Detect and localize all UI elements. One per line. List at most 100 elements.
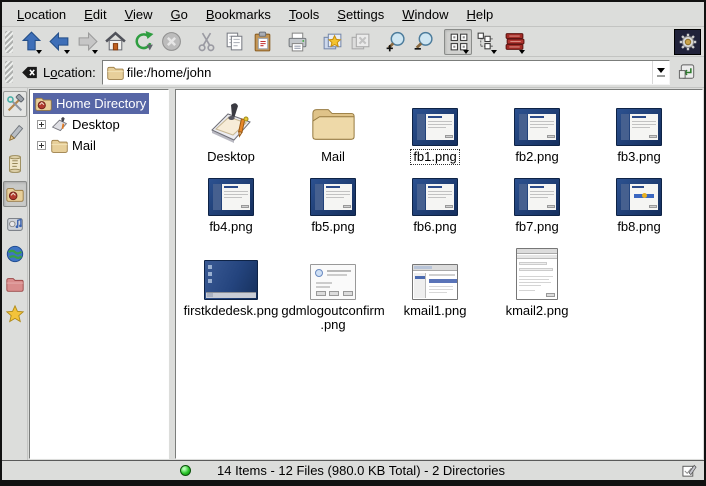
file-item-firstkdedesk-png[interactable]: firstkdedesk.png [180, 242, 282, 333]
menu-help[interactable]: Help [458, 4, 503, 25]
menu-settings[interactable]: Settings [328, 4, 393, 25]
tree-view-button[interactable] [472, 29, 500, 55]
file-label[interactable]: fb8.png [614, 219, 663, 235]
menu-edit[interactable]: Edit [75, 4, 115, 25]
file-label[interactable]: Mail [318, 149, 348, 165]
file-label[interactable]: fb1.png [410, 149, 459, 165]
chevron-down-icon [657, 68, 665, 73]
menu-location[interactable]: Location [8, 4, 75, 25]
tree-expander-icon[interactable] [37, 141, 46, 150]
menu-window[interactable]: Window [393, 4, 457, 25]
bookmarks-books-button[interactable] [500, 29, 528, 55]
sidebar-tab-home-directory[interactable] [3, 181, 27, 207]
toolbar-buttons [17, 29, 528, 55]
file-item-fb7-png[interactable]: fb7.png [486, 172, 588, 235]
zoom-in-button[interactable] [381, 29, 409, 55]
image-thumbnail [310, 264, 356, 300]
menu-tools[interactable]: Tools [280, 4, 328, 25]
file-item-fb3-png[interactable]: fb3.png [588, 96, 690, 165]
new-window-button[interactable] [318, 29, 346, 55]
file-label[interactable]: kmail2.png [503, 303, 572, 319]
folder-home-icon [5, 184, 25, 204]
cut-scissors-icon [195, 30, 218, 53]
zoom-out-button[interactable] [409, 29, 437, 55]
file-label[interactable]: Desktop [204, 149, 258, 165]
close-window-button [346, 29, 374, 55]
reload-icon [132, 30, 155, 53]
file-item-Desktop[interactable]: Desktop [180, 96, 282, 165]
file-label[interactable]: kmail1.png [401, 303, 470, 319]
file-item-fb6-png[interactable]: fb6.png [384, 172, 486, 235]
sidebar-tab-bookmarks[interactable] [3, 301, 27, 327]
tree-item-home-directory[interactable]: Home Directory [30, 93, 168, 114]
image-thumbnail [208, 178, 254, 216]
location-input[interactable] [125, 62, 652, 82]
red-folder-icon [5, 274, 25, 294]
sidebar-tab-root-folder[interactable] [3, 271, 27, 297]
pencil-icon [5, 124, 25, 144]
tree-item-desktop[interactable]: Desktop [30, 114, 168, 135]
file-item-fb8-png[interactable]: fb8.png [588, 172, 690, 235]
sidebar-tab-services[interactable] [3, 211, 27, 237]
menu-bookmarks[interactable]: Bookmarks [197, 4, 280, 25]
file-label[interactable]: fb7.png [512, 219, 561, 235]
sidebar-tab-configure[interactable] [3, 91, 27, 117]
kde-throbber [674, 29, 701, 55]
location-dropdown-button[interactable] [652, 61, 669, 84]
active-view-indicator[interactable] [682, 463, 697, 478]
globe-icon [5, 244, 25, 264]
tree-item-label: Mail [72, 138, 96, 153]
tree-expander-icon[interactable] [37, 120, 46, 129]
clear-location-button[interactable] [17, 60, 41, 84]
menu-bar: LocationEditViewGoBookmarksToolsSettings… [2, 2, 704, 27]
file-item-fb4-png[interactable]: fb4.png [180, 172, 282, 235]
sidebar-button-strip [2, 88, 28, 460]
star-icon [5, 304, 25, 324]
go-button[interactable] [674, 59, 700, 85]
stacked-frames-close-icon [349, 30, 372, 53]
sidebar-tab-pencil[interactable] [3, 121, 27, 147]
home-icon [104, 30, 127, 53]
sidebar-tab-network[interactable] [3, 241, 27, 267]
icon-view-button[interactable] [444, 29, 472, 55]
paste-button[interactable] [248, 29, 276, 55]
copy-button[interactable] [220, 29, 248, 55]
cut-button[interactable] [192, 29, 220, 55]
print-button[interactable] [283, 29, 311, 55]
folder-home-icon [34, 94, 53, 113]
sidebar-tab-history[interactable] [3, 151, 27, 177]
file-item-Mail[interactable]: Mail [282, 96, 384, 165]
image-thumbnail [412, 108, 458, 146]
forward-button [73, 29, 101, 55]
kde-gear-icon [677, 31, 699, 53]
file-view: Desktop Mail fb1.png fb2.png fb3.png fb4.png f… [175, 89, 703, 459]
menu-go[interactable]: Go [162, 4, 197, 25]
reload-button[interactable] [129, 29, 157, 55]
image-thumbnail [204, 260, 258, 300]
toolbar-drag-handle[interactable] [5, 31, 13, 53]
location-combobox [102, 60, 670, 85]
file-item-fb1-png[interactable]: fb1.png [384, 96, 486, 165]
file-item-fb5-png[interactable]: fb5.png [282, 172, 384, 235]
tree-item-mail[interactable]: Mail [30, 135, 168, 156]
folder-tree-panel: Home DirectoryDesktop Mail [29, 89, 169, 459]
file-item-kmail2-png[interactable]: kmail2.png [486, 242, 588, 333]
file-item-fb2-png[interactable]: fb2.png [486, 96, 588, 165]
home-button[interactable] [101, 29, 129, 55]
file-item-kmail1-png[interactable]: kmail1.png [384, 242, 486, 333]
file-item-gdmlogoutconfirm-png[interactable]: gdmlogoutconfirm.png [282, 242, 384, 333]
file-label[interactable]: gdmlogoutconfirm.png [278, 303, 387, 333]
file-label[interactable]: fb2.png [512, 149, 561, 165]
dropdown-caret-icon [36, 50, 42, 54]
back-button[interactable] [45, 29, 73, 55]
up-button[interactable] [17, 29, 45, 55]
file-label[interactable]: fb5.png [308, 219, 357, 235]
menu-view[interactable]: View [116, 4, 162, 25]
image-thumbnail [616, 178, 662, 216]
file-label[interactable]: firstkdedesk.png [181, 303, 282, 319]
locationbar-drag-handle[interactable] [5, 61, 13, 83]
file-label[interactable]: fb3.png [614, 149, 663, 165]
file-label[interactable]: fb6.png [410, 219, 459, 235]
file-label[interactable]: fb4.png [206, 219, 255, 235]
image-thumbnail [412, 264, 458, 300]
